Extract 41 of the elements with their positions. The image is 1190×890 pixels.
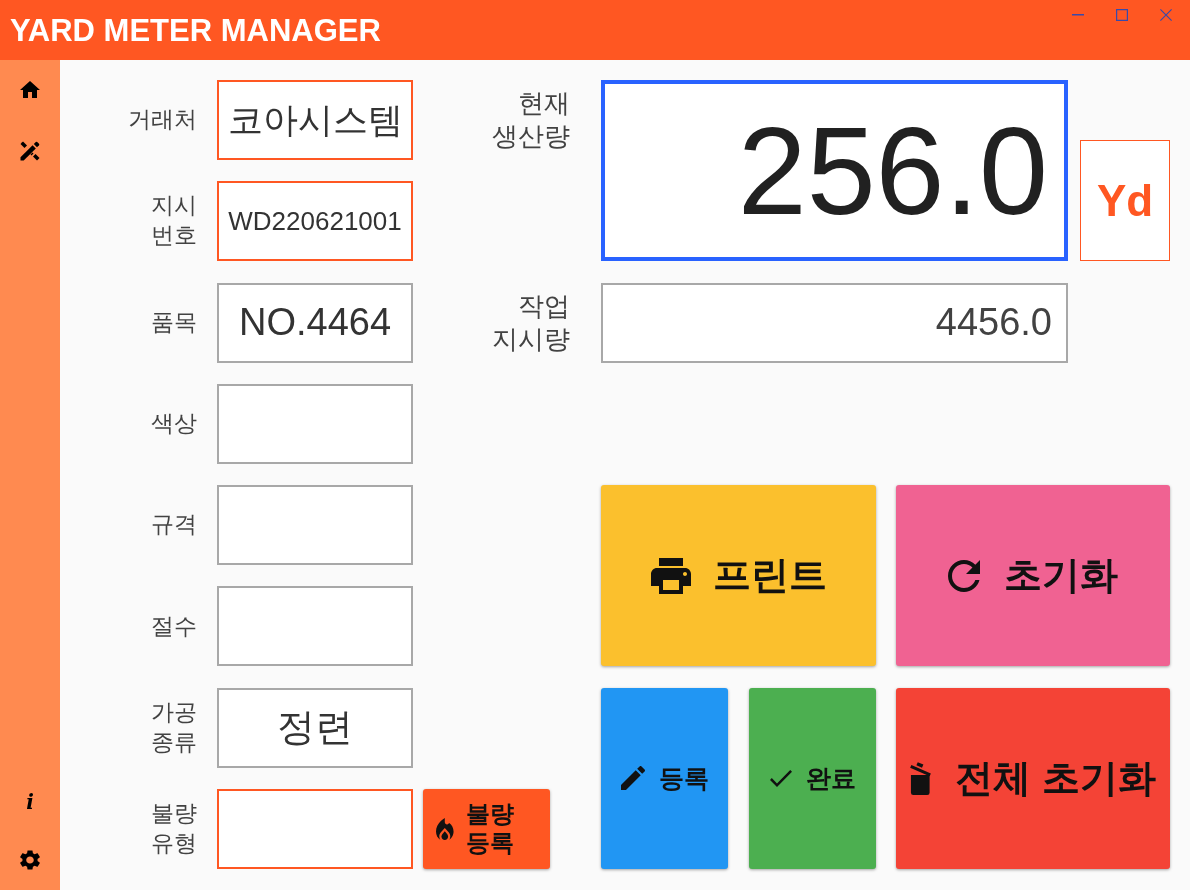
input-field[interactable] (217, 485, 413, 566)
output-readout: 256.0 (601, 80, 1068, 262)
maximize-icon[interactable] (1116, 9, 1128, 21)
refresh-icon (948, 559, 980, 592)
field-label: 절수 (151, 611, 197, 641)
field-label: 불량 유형 (150, 799, 197, 859)
home-icon[interactable] (20, 81, 40, 98)
input-field[interactable] (217, 383, 413, 464)
input-field[interactable]: WD220621001 (217, 181, 413, 262)
field-label: 가공 종류 (150, 697, 197, 757)
register-button[interactable]: 등록 (601, 687, 728, 870)
field-label: 지시 번호 (150, 191, 197, 251)
settings-icon[interactable] (20, 850, 40, 870)
defect-register-button[interactable]: 불량 등록 (423, 789, 550, 870)
pencil-icon (620, 766, 645, 791)
input-field[interactable] (217, 789, 413, 870)
field-label: 색상 (151, 408, 197, 438)
minimize-icon[interactable] (1072, 14, 1084, 16)
input-field[interactable] (217, 586, 413, 667)
unit-indicator: Yd (1080, 140, 1170, 262)
close-icon[interactable] (1160, 9, 1172, 21)
trash-icon (910, 761, 932, 795)
input-field[interactable]: 코아시스템 (217, 80, 413, 160)
reset-all-button[interactable]: 전체 초기화 (896, 687, 1170, 870)
field-label: 품목 (151, 307, 197, 337)
quantity-label: 작업 지시량 (491, 289, 570, 356)
output-label: 현재 생산량 (491, 87, 570, 153)
info-icon[interactable]: i (26, 792, 34, 812)
flame-icon (435, 818, 454, 841)
complete-button[interactable]: 완료 (749, 687, 876, 870)
field-label: 거래처 (128, 105, 197, 135)
input-field[interactable]: NO.4464 (217, 282, 413, 363)
pencil-ruler-icon[interactable] (20, 141, 40, 161)
quantity-readout: 4456.0 (601, 282, 1068, 363)
reset-button[interactable]: 초기화 (896, 485, 1170, 667)
field-label: 규격 (151, 510, 197, 540)
check-icon (769, 769, 792, 787)
print-button[interactable]: 프린트 (601, 485, 876, 667)
window-title: YARD METER MANAGER (10, 14, 381, 46)
input-field[interactable]: 정련 (217, 687, 413, 768)
printer-icon (650, 557, 691, 594)
